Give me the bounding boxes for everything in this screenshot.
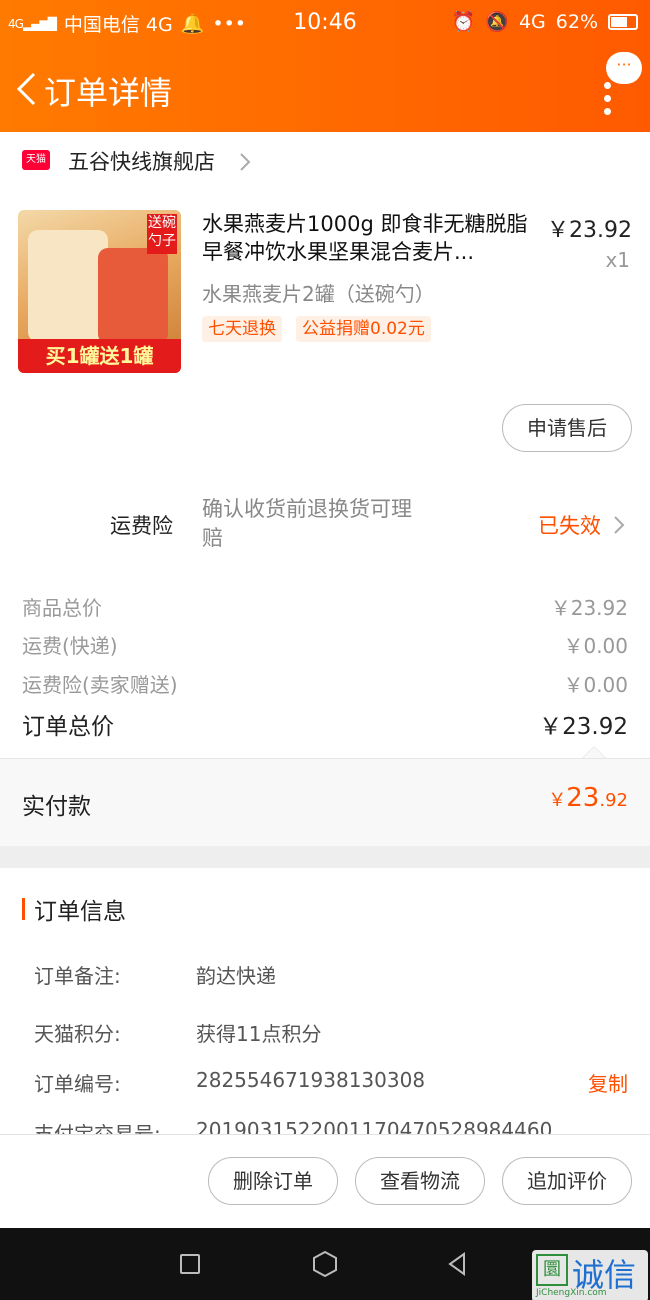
product-price: ￥23.92 (547, 218, 632, 243)
order-total-label: 订单总价 (22, 714, 114, 740)
info-row-points: 天猫积分: 获得11点积分 (34, 1018, 628, 1048)
info-key: 天猫积分: (34, 1022, 121, 1046)
order-info-section: 订单信息 订单备注: 韵达快递 天猫积分: 获得11点积分 订单编号: 2825… (0, 868, 650, 1134)
info-key: 支付宝交易号: (34, 1122, 161, 1134)
info-key: 订单备注: (34, 964, 121, 988)
info-row-alipay-number: 支付宝交易号: 2019031522001170470528984460 (34, 1118, 628, 1134)
paid-amount-row: 实付款 ￥23.92 (0, 746, 650, 846)
chevron-right-icon (240, 153, 251, 171)
info-value: 获得11点积分 (196, 1022, 322, 1046)
page-title: 订单详情 (44, 74, 173, 112)
info-row-order-number: 订单编号: 282554671938130308 复制 (34, 1068, 628, 1098)
shop-row[interactable]: 天猫 五谷快线旗舰店 (0, 132, 650, 188)
info-row-remark: 订单备注: 韵达快递 (34, 960, 628, 990)
product-item[interactable]: 送碗勺子 买1罐送1罐 水果燕麦片1000g 即食非无糖脱脂早餐冲饮水果坚果混合… (0, 198, 650, 388)
nav-bar: 订单详情 ··· (0, 52, 650, 126)
chevron-right-icon (614, 516, 625, 534)
info-key: 订单编号: (34, 1072, 121, 1096)
battery-label: 62% (555, 10, 598, 33)
app-header: 4G▂▄▆█ 中国电信 4G 🔔 ••• 10:46 ⏰ 🔕 4G 62% 订单… (0, 0, 650, 132)
system-nav-bar: 圜 诚信 JiChengXin.com (0, 1228, 650, 1300)
fee-row-shipping: 运费(快递) ￥0.00 (22, 630, 628, 666)
fee-row-goods: 商品总价 ￥23.92 (22, 592, 628, 628)
product-quantity: x1 (605, 248, 630, 272)
network-label: 4G (518, 10, 546, 33)
insurance-label: 运费险 (110, 514, 173, 538)
insurance-status: 已失效 (538, 514, 601, 538)
more-menu-icon[interactable] (604, 82, 612, 121)
paid-decimal: .92 (599, 790, 628, 811)
action-bar: 删除订单 查看物流 追加评价 (0, 1134, 650, 1228)
fee-row-insurance: 运费险(卖家赠送) ￥0.00 (22, 669, 628, 705)
view-logistics-button[interactable]: 查看物流 (355, 1157, 485, 1205)
after-sale-button[interactable]: 申请售后 (502, 404, 632, 452)
section-divider (0, 846, 650, 868)
info-value: 韵达快递 (196, 964, 276, 988)
product-image[interactable]: 送碗勺子 买1罐送1罐 (18, 210, 181, 373)
delete-order-button[interactable]: 删除订单 (208, 1157, 338, 1205)
back-arrow-icon[interactable] (14, 72, 40, 106)
watermark-logo-icon: 圜 (536, 1254, 568, 1286)
info-value[interactable]: 2019031522001170470528984460 (196, 1118, 552, 1134)
tmall-badge: 天猫 (22, 150, 50, 170)
copy-button[interactable]: 复制 (588, 1068, 628, 1097)
battery-icon (608, 13, 638, 30)
fee-label: 运费(快递) (22, 634, 118, 658)
paid-integer: 23 (566, 783, 600, 813)
alarm-icon: ⏰ (451, 11, 476, 33)
image-promo-band: 买1罐送1罐 (18, 339, 181, 373)
product-title[interactable]: 水果燕麦片1000g 即食非无糖脱脂早餐冲饮水果坚果混合麦片... (202, 210, 537, 266)
charity-tag: 公益捐赠0.02元 (296, 316, 431, 342)
home-icon[interactable] (312, 1250, 338, 1278)
fee-value: ￥23.92 (550, 596, 628, 620)
mute-icon: 🔕 (485, 11, 509, 33)
shop-name[interactable]: 五谷快线旗舰店 (68, 146, 215, 176)
paid-value: ￥23.92 (548, 783, 628, 813)
fee-label: 商品总价 (22, 596, 102, 620)
return-tag: 七天退换 (202, 316, 282, 342)
section-accent-bar (22, 898, 25, 920)
product-sku: 水果燕麦片2罐（送碗勺） (202, 282, 435, 306)
order-total-value: ￥23.92 (539, 714, 628, 740)
back-icon[interactable] (446, 1252, 468, 1276)
fee-label: 运费险(卖家赠送) (22, 673, 178, 697)
watermark-url: JiChengXin.com (536, 1288, 607, 1298)
paid-label: 实付款 (22, 794, 91, 820)
order-total-row: 订单总价 ￥23.92 (22, 707, 628, 743)
shipping-insurance-row[interactable]: 运费险 确认收货前退换货可理赔 已失效 (0, 490, 650, 560)
insurance-description: 确认收货前退换货可理赔 (202, 497, 412, 550)
add-review-button[interactable]: 追加评价 (502, 1157, 632, 1205)
watermark: 圜 诚信 JiChengXin.com (532, 1250, 648, 1300)
status-bar: 4G▂▄▆█ 中国电信 4G 🔔 ••• 10:46 ⏰ 🔕 4G 62% (0, 0, 650, 46)
fee-value: ￥0.00 (563, 634, 628, 658)
info-value[interactable]: 282554671938130308 (196, 1068, 425, 1092)
fee-value: ￥0.00 (563, 673, 628, 697)
currency-symbol: ￥ (548, 790, 567, 811)
message-bubble-icon[interactable]: ··· (606, 52, 642, 84)
order-info-title: 订单信息 (34, 899, 126, 925)
recent-apps-icon[interactable] (180, 1254, 200, 1274)
image-gift-text: 送碗勺子 (147, 214, 177, 254)
